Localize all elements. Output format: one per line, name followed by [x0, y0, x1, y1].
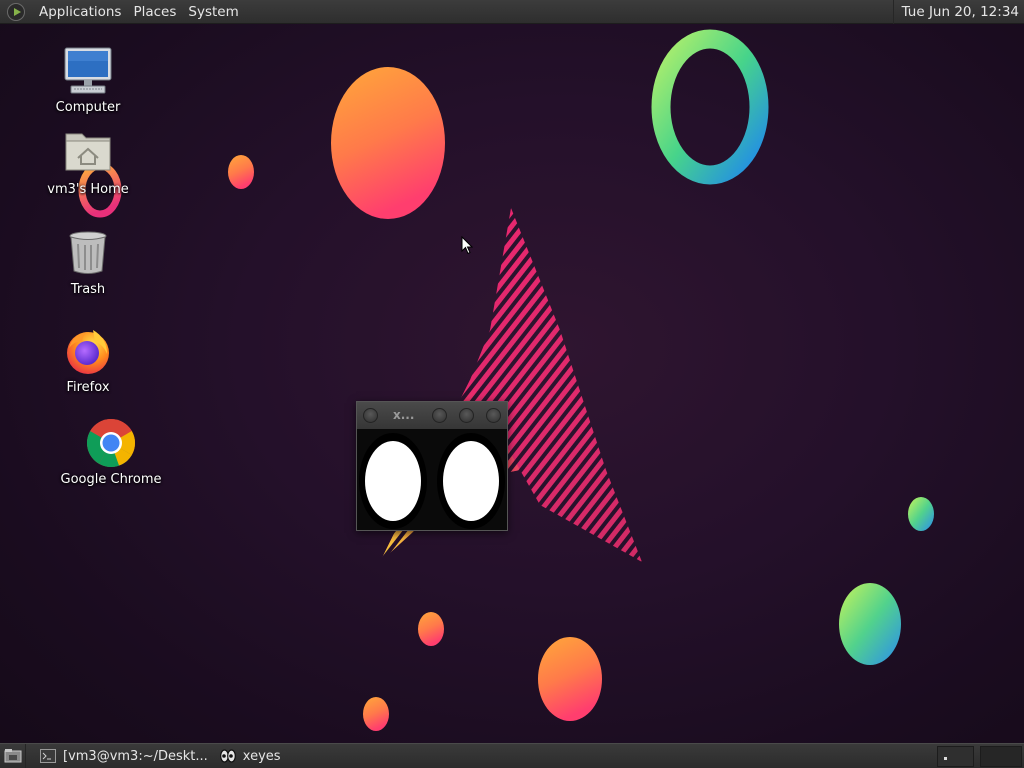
system-menu[interactable]: System: [182, 0, 244, 24]
minimize-button[interactable]: [432, 408, 447, 423]
workspace-2[interactable]: [980, 746, 1022, 767]
workspace-1[interactable]: [937, 746, 974, 767]
top-panel: Applications Places System Tue Jun 20, 1…: [0, 0, 1024, 24]
taskbar-item-label: [vm3@vm3:~/Deskt...: [63, 748, 208, 764]
window-title: x...: [393, 408, 415, 422]
window-menu-button[interactable]: [363, 408, 378, 423]
clock[interactable]: Tue Jun 20, 12:34: [892, 0, 1024, 24]
desktop-icon-chrome[interactable]: Google Chrome: [51, 418, 171, 487]
desktop-icon-label: Google Chrome: [60, 472, 162, 487]
desktop-icon-label: vm3's Home: [47, 182, 129, 197]
close-button[interactable]: [486, 408, 501, 423]
xeyes-window[interactable]: x...: [356, 401, 508, 531]
desktop-icon-label: Firefox: [66, 380, 110, 395]
maximize-button[interactable]: [459, 408, 474, 423]
xeyes-canvas: [359, 433, 505, 529]
terminal-icon: [40, 749, 56, 763]
bottom-panel: [vm3@vm3:~/Deskt... xeyes: [0, 743, 1024, 768]
trash-icon: [63, 228, 113, 278]
desktop-icon-home[interactable]: vm3's Home: [28, 128, 148, 197]
chrome-icon: [86, 418, 136, 468]
computer-icon: [63, 46, 113, 96]
applications-menu[interactable]: Applications: [33, 0, 127, 24]
mouse-pointer-icon: [461, 236, 473, 255]
desktop-icon-label: Trash: [70, 282, 106, 297]
taskbar-item-xeyes[interactable]: xeyes: [214, 744, 287, 768]
desktop-icon-trash[interactable]: Trash: [28, 228, 148, 297]
desktop-icon-computer[interactable]: Computer: [28, 46, 148, 115]
desktop-icon-label: Computer: [55, 100, 121, 115]
show-desktop-icon: [4, 749, 21, 763]
desktop-wallpaper: [78, 29, 934, 731]
taskbar-item-label: xeyes: [242, 748, 281, 764]
xeyes-icon: [219, 749, 236, 763]
home-folder-icon: [63, 128, 113, 178]
window-titlebar[interactable]: x...: [357, 402, 507, 429]
firefox-icon: [63, 326, 113, 376]
places-menu[interactable]: Places: [127, 0, 182, 24]
desktop-icon-firefox[interactable]: Firefox: [28, 326, 148, 395]
mate-menu-icon[interactable]: [7, 2, 25, 21]
show-desktop-button[interactable]: [0, 743, 26, 768]
taskbar-item-terminal[interactable]: [vm3@vm3:~/Deskt...: [34, 744, 214, 768]
